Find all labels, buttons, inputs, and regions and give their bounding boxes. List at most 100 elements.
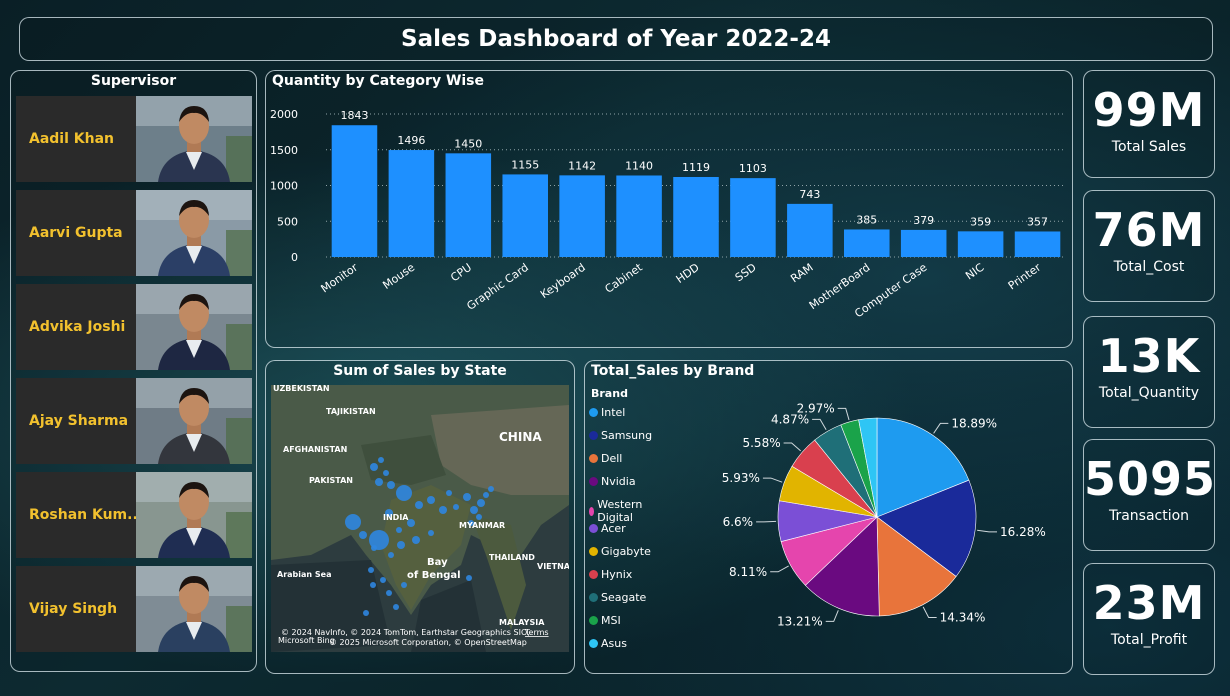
map-bubble[interactable] — [370, 463, 378, 471]
map-label: VIETNAM — [537, 562, 569, 571]
map-bubble[interactable] — [427, 496, 435, 504]
bar[interactable] — [445, 153, 492, 257]
leader-line — [783, 442, 802, 452]
avatar — [136, 96, 252, 182]
bar[interactable] — [673, 176, 719, 257]
supervisor-card[interactable]: Vijay Singh — [16, 566, 252, 652]
map-label: TAJIKISTAN — [326, 407, 376, 416]
slice-label: 5.93% — [722, 471, 760, 485]
kpi-value: 99M — [1092, 83, 1206, 137]
bar[interactable] — [730, 178, 776, 257]
map-bubble[interactable] — [488, 486, 494, 492]
map-bubble[interactable] — [466, 575, 472, 581]
x-tick-label: Graphic Card — [464, 261, 530, 313]
supervisor-name: Aadil Khan — [29, 131, 115, 147]
leader-line — [770, 565, 789, 573]
map-bubble[interactable] — [378, 457, 384, 463]
map-attribution-1: © 2024 NavInfo, © 2024 TomTom, Earthstar… — [281, 628, 530, 637]
bar-value-label: 1155 — [511, 158, 539, 171]
map-label: Bay — [427, 557, 448, 568]
bar[interactable] — [1014, 231, 1061, 257]
map-label: AFGHANISTAN — [283, 445, 347, 454]
leader-line — [977, 529, 998, 533]
map-bubble[interactable] — [439, 506, 447, 514]
x-tick-label: Cabinet — [603, 260, 646, 295]
pie-chart: 18.89% 16.28% 14.34% 13.21% 8.11% 6.6% 5.93% 5.… — [722, 401, 1046, 628]
supervisor-name: Vijay Singh — [29, 601, 118, 617]
map-bubble[interactable] — [470, 506, 478, 514]
map-bubble[interactable] — [415, 501, 423, 509]
supervisor-card[interactable]: Aadil Khan — [16, 96, 252, 182]
map-bubble[interactable] — [388, 552, 394, 558]
x-tick-label: Printer — [1006, 261, 1044, 293]
map-bubble[interactable] — [453, 504, 459, 510]
bar[interactable] — [388, 150, 435, 257]
supervisor-card[interactable]: Aarvi Gupta — [16, 190, 252, 276]
dashboard-title: Sales Dashboard of Year 2022-24 — [401, 26, 831, 52]
map-bubble[interactable] — [476, 514, 482, 520]
slice-label: 18.89% — [951, 416, 997, 430]
map-bubble[interactable] — [428, 530, 434, 536]
slice-label: 14.34% — [940, 611, 986, 625]
bar-value-label: 1843 — [340, 109, 368, 122]
slice-label: 6.6% — [723, 515, 754, 529]
brand-sales-panel: Total_Sales by Brand Brand Intel Samsung D… — [584, 360, 1073, 674]
map-bubble[interactable] — [412, 536, 420, 544]
slice-label: 13.21% — [777, 614, 823, 628]
map-bubble[interactable] — [387, 481, 395, 489]
bar-value-label: 1142 — [568, 159, 596, 172]
y-tick-label: 1500 — [270, 144, 298, 157]
bar[interactable] — [616, 175, 662, 257]
map-terms-link[interactable]: Terms — [524, 628, 549, 637]
map-bubble[interactable] — [369, 530, 389, 550]
map-label: UZBEKISTAN — [273, 385, 330, 393]
map-bubble[interactable] — [345, 514, 361, 530]
bar-value-label: 1496 — [397, 134, 425, 147]
bar[interactable] — [900, 229, 947, 257]
bar[interactable] — [844, 229, 890, 257]
supervisor-card[interactable]: Ajay Sharma — [16, 378, 252, 464]
kpi-label: Total_Cost — [1113, 259, 1185, 275]
map-bubble[interactable] — [397, 541, 405, 549]
sales-map[interactable]: UZBEKISTAN TAJIKISTAN AFGHANISTAN CHINA PAKI… — [271, 385, 569, 652]
map-label: INDIA — [383, 513, 409, 522]
bar[interactable] — [502, 174, 548, 257]
y-tick-label: 2000 — [270, 108, 298, 121]
bar[interactable] — [957, 231, 1004, 257]
kpi-label: Total Sales — [1111, 139, 1187, 155]
map-bubble[interactable] — [401, 582, 407, 588]
supervisor-card[interactable]: Roshan Kum... — [16, 472, 252, 558]
bar-value-label: 1140 — [625, 159, 653, 172]
map-bubble[interactable] — [386, 590, 392, 596]
leader-line — [837, 407, 850, 421]
bar-value-label: 1450 — [454, 137, 482, 150]
map-bubble[interactable] — [396, 485, 412, 501]
map-label: PAKISTAN — [309, 476, 353, 485]
kpi-value: 5095 — [1084, 452, 1217, 506]
map-bubble[interactable] — [446, 490, 452, 496]
map-bubble[interactable] — [463, 493, 471, 501]
supervisor-name: Advika Joshi — [29, 319, 126, 335]
map-bubble[interactable] — [483, 492, 489, 498]
map-bubble[interactable] — [370, 582, 376, 588]
bar[interactable] — [787, 203, 833, 257]
leader-line — [756, 520, 777, 523]
map-bubble[interactable] — [380, 577, 386, 583]
map-bubble[interactable] — [383, 470, 389, 476]
bar-chart: 0 500 1000 1500 2000 1843 Monitor 1496 Mouse 1450… — [270, 108, 1066, 320]
supervisor-name: Ajay Sharma — [29, 413, 129, 429]
avatar — [136, 190, 252, 276]
bar[interactable] — [331, 125, 378, 257]
map-bubble[interactable] — [359, 531, 367, 539]
kpi-total-profit: 23M Total_Profit — [1083, 563, 1215, 675]
map-bubble[interactable] — [477, 499, 485, 507]
map-bubble[interactable] — [368, 567, 374, 573]
supervisor-card[interactable]: Advika Joshi — [16, 284, 252, 370]
kpi-label: Total_Profit — [1110, 632, 1188, 648]
map-bubble[interactable] — [363, 610, 369, 616]
bar[interactable] — [559, 175, 605, 257]
map-bubble[interactable] — [375, 478, 383, 486]
map-graphic: UZBEKISTAN TAJIKISTAN AFGHANISTAN CHINA PAKI… — [271, 385, 569, 652]
map-bubble[interactable] — [396, 527, 402, 533]
map-bubble[interactable] — [393, 604, 399, 610]
